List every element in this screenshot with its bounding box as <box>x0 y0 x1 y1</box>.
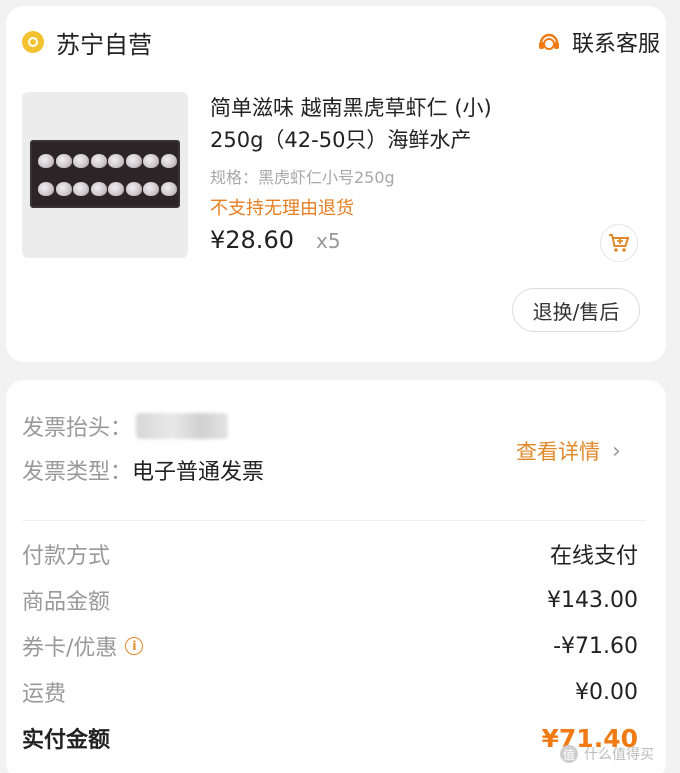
product-image[interactable] <box>22 92 188 258</box>
shipping-row: 运费 ¥0.00 <box>22 676 638 708</box>
shrimp-shape <box>143 154 159 168</box>
total-label: 实付金额 <box>22 728 111 753</box>
invoice-detail-label: 查看详情 <box>516 440 600 464</box>
watermark: 值 什么值得买 <box>560 744 654 764</box>
shrimp-shape <box>108 154 124 168</box>
chevron-right-icon: › <box>612 438 621 464</box>
shrimp-shape <box>55 182 72 196</box>
invoice-type-row: 发票类型： 电子普通发票 <box>22 454 264 486</box>
return-policy-notice: 不支持无理由退货 <box>210 198 354 219</box>
product-price: ¥28.60 <box>210 226 294 254</box>
shipping-value: ¥0.00 <box>575 679 638 705</box>
store-badge-icon <box>22 31 44 53</box>
watermark-text: 什么值得买 <box>584 747 654 763</box>
store-header: 苏宁自营 联系客服 <box>22 22 660 62</box>
shrimp-shape <box>143 182 159 196</box>
invoice-type-label: 发票类型： <box>22 460 133 485</box>
coupon-value: -¥71.60 <box>553 633 638 659</box>
shrimp-shape <box>90 182 107 196</box>
invoice-type-value: 电子普通发票 <box>132 460 265 485</box>
shrimp-shape <box>38 154 54 168</box>
shrimp-shape <box>160 154 177 168</box>
customer-service-icon <box>538 33 559 50</box>
coupon-label-group: 券卡/优惠 i <box>22 630 144 662</box>
invoice-title-row: 发票抬头： <box>22 410 229 442</box>
invoice-detail-link[interactable]: 查看详情 › <box>516 436 621 466</box>
divider <box>22 520 646 521</box>
shrimp-shape <box>90 154 107 168</box>
contact-service-button[interactable]: 联系客服 <box>536 26 660 58</box>
shrimp-shape <box>73 182 89 196</box>
shrimp-tray-image <box>30 140 180 208</box>
payment-method-label: 付款方式 <box>22 544 111 569</box>
store-info[interactable]: 苏宁自营 <box>22 25 152 60</box>
goods-amount-row: 商品金额 ¥143.00 <box>22 584 638 616</box>
shrimp-shape <box>55 154 72 168</box>
add-to-cart-icon <box>609 234 630 252</box>
payment-method-value: 在线支付 <box>549 544 638 569</box>
shipping-label: 运费 <box>22 682 67 707</box>
total-row: 实付金额 ¥71.40 <box>22 722 638 754</box>
smzdm-logo-icon: 值 <box>560 745 578 763</box>
coupon-label: 券卡/优惠 <box>22 636 118 661</box>
after-sale-button[interactable]: 退换/售后 <box>512 288 640 332</box>
invoice-title-redacted <box>136 413 229 439</box>
product-quantity: x5 <box>315 229 341 253</box>
shrimp-shape <box>73 154 89 168</box>
invoice-title-label: 发票抬头： <box>22 416 133 441</box>
shrimp-shape <box>108 182 124 196</box>
shrimp-shape <box>160 182 177 196</box>
goods-amount-value: ¥143.00 <box>547 587 638 613</box>
info-icon[interactable]: i <box>125 637 144 655</box>
payment-method-row: 付款方式 在线支付 <box>22 538 638 570</box>
coupon-row: 券卡/优惠 i -¥71.60 <box>22 630 638 662</box>
shrimp-shape <box>125 182 142 196</box>
store-name: 苏宁自营 <box>56 30 152 59</box>
add-to-cart-button[interactable] <box>600 224 638 262</box>
product-spec: 规格：黑虎虾仁小号250g <box>210 168 395 187</box>
shrimp-shape <box>38 182 54 196</box>
contact-service-label: 联系客服 <box>571 32 660 57</box>
price-row: ¥28.60 x5 <box>210 226 341 254</box>
product-title[interactable]: 简单滋味 越南黑虎草虾仁 (小) 250g（42-50只）海鲜水产 <box>210 92 530 156</box>
shrimp-shape <box>125 154 142 168</box>
goods-amount-label: 商品金额 <box>22 590 111 615</box>
